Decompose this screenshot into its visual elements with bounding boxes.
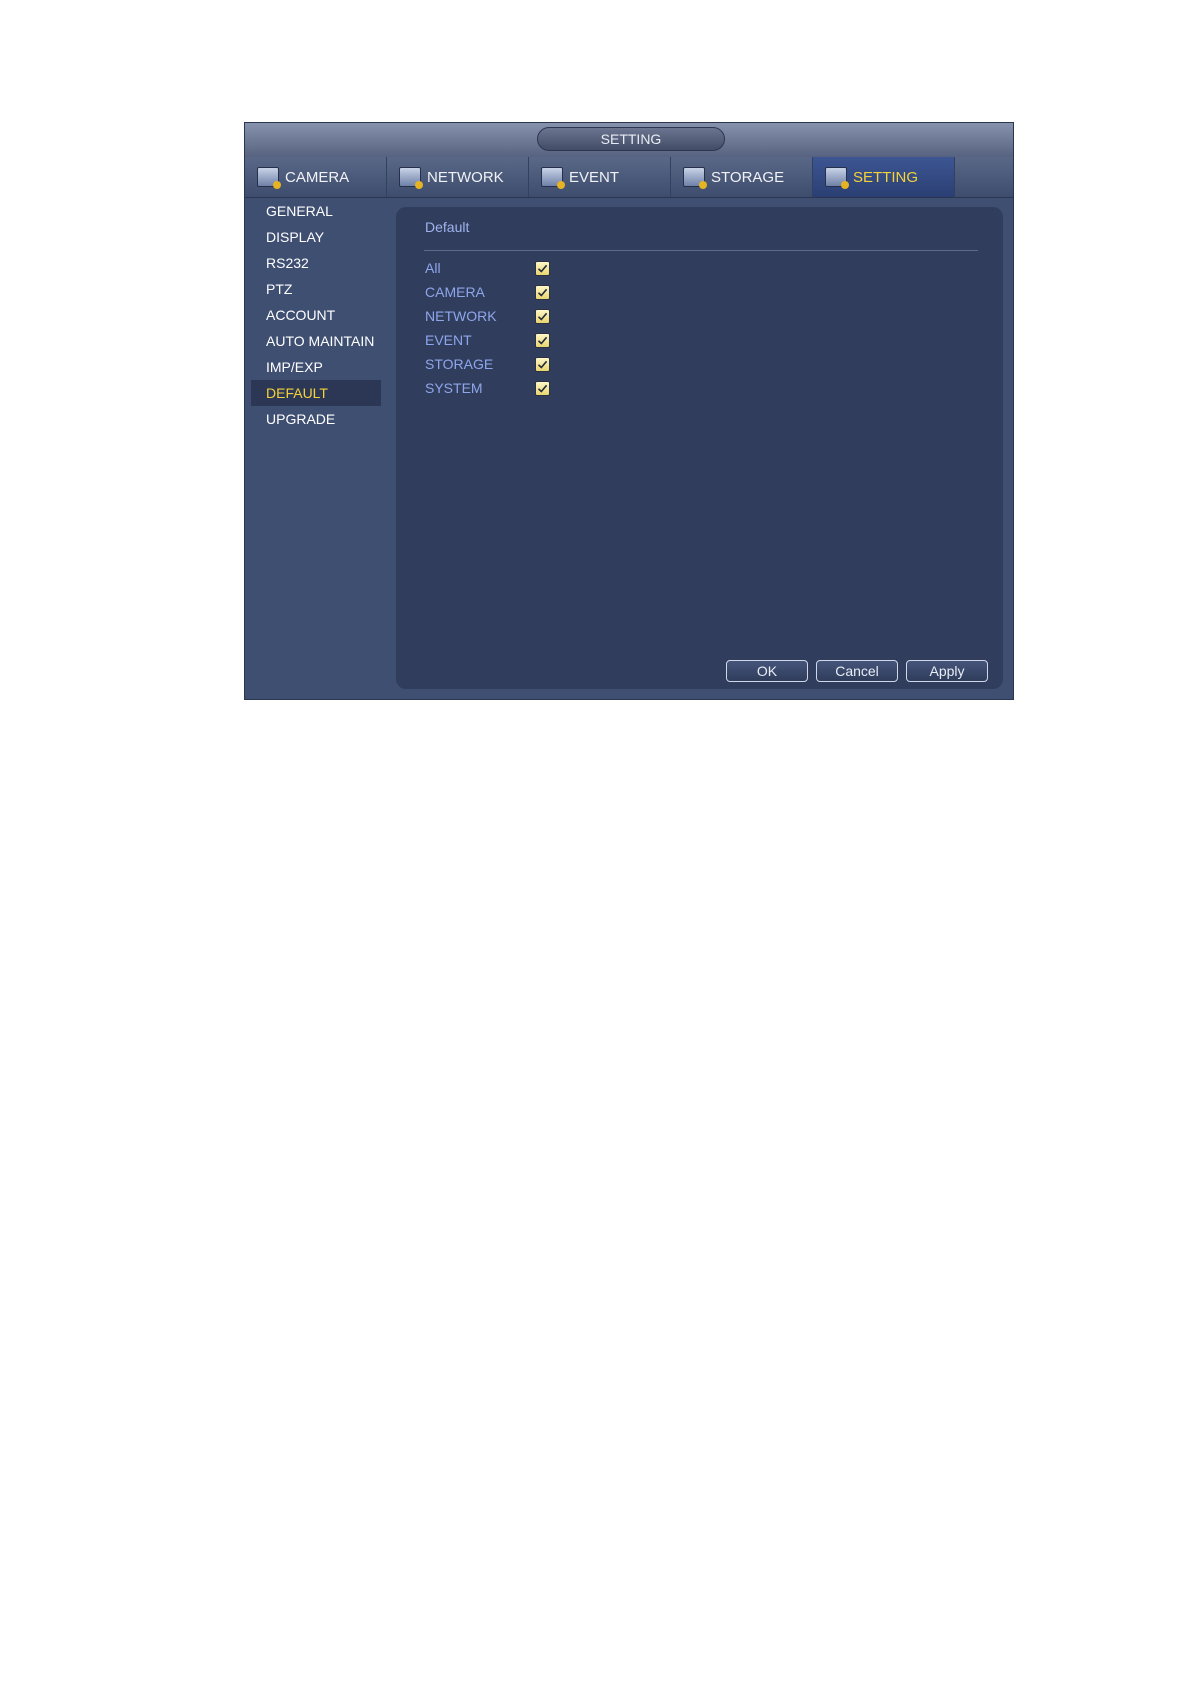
checkbox-all[interactable]	[535, 260, 550, 276]
checkbox-storage[interactable]	[535, 356, 550, 372]
title-bar: SETTING	[245, 123, 1013, 157]
option-label: NETWORK	[425, 308, 497, 324]
option-row-event: EVENT	[425, 330, 625, 350]
sidebar: GENERAL DISPLAY RS232 PTZ ACCOUNT AUTO M…	[245, 198, 391, 700]
event-icon	[541, 167, 565, 189]
option-row-storage: STORAGE	[425, 354, 625, 374]
check-icon	[537, 336, 548, 345]
tab-label: NETWORK	[427, 168, 504, 186]
storage-icon	[683, 167, 707, 189]
camera-icon	[257, 167, 281, 189]
option-label: SYSTEM	[425, 380, 483, 396]
sidebar-item-display[interactable]: DISPLAY	[251, 224, 381, 250]
check-icon	[537, 264, 548, 273]
tab-setting[interactable]: SETTING	[813, 157, 955, 197]
option-row-camera: CAMERA	[425, 282, 625, 302]
divider	[424, 250, 978, 251]
tab-network[interactable]: NETWORK	[387, 157, 529, 197]
tab-storage[interactable]: STORAGE	[671, 157, 813, 197]
sidebar-item-rs232[interactable]: RS232	[251, 250, 381, 276]
check-icon	[537, 360, 548, 369]
checkbox-event[interactable]	[535, 332, 550, 348]
checkbox-system[interactable]	[535, 380, 550, 396]
ok-button[interactable]: OK	[726, 660, 808, 682]
sidebar-item-imp-exp[interactable]: IMP/EXP	[251, 354, 381, 380]
panel-title: Default	[425, 219, 470, 235]
apply-button[interactable]: Apply	[906, 660, 988, 682]
sidebar-item-auto-maintain[interactable]: AUTO MAINTAIN	[251, 328, 381, 354]
window-title: SETTING	[537, 127, 725, 151]
option-label: EVENT	[425, 332, 472, 348]
option-label: CAMERA	[425, 284, 485, 300]
settings-window: SETTING CAMERA NETWORK EVENT STORAGE SET…	[244, 122, 1014, 700]
sidebar-item-ptz[interactable]: PTZ	[251, 276, 381, 302]
option-label: All	[425, 260, 441, 276]
tab-label: CAMERA	[285, 168, 350, 186]
checkbox-network[interactable]	[535, 308, 550, 324]
check-icon	[537, 384, 548, 393]
sidebar-item-general[interactable]: GENERAL	[251, 198, 381, 224]
tab-label: STORAGE	[711, 168, 785, 186]
sidebar-item-upgrade[interactable]: UPGRADE	[251, 406, 381, 432]
cancel-button[interactable]: Cancel	[816, 660, 898, 682]
main-tab-bar: CAMERA NETWORK EVENT STORAGE SETTING	[245, 157, 1013, 198]
sidebar-item-default[interactable]: DEFAULT	[251, 380, 381, 406]
tab-event[interactable]: EVENT	[529, 157, 671, 197]
option-row-system: SYSTEM	[425, 378, 625, 398]
default-panel: Default All CAMERA NETWORK EVENT STORAGE…	[396, 207, 1003, 689]
tab-label: EVENT	[569, 168, 620, 186]
check-icon	[537, 288, 548, 297]
tab-camera[interactable]: CAMERA	[245, 157, 387, 197]
setting-icon	[825, 167, 849, 189]
tab-label: SETTING	[853, 168, 919, 186]
check-icon	[537, 312, 548, 321]
sidebar-item-account[interactable]: ACCOUNT	[251, 302, 381, 328]
option-row-network: NETWORK	[425, 306, 625, 326]
option-label: STORAGE	[425, 356, 494, 372]
network-icon	[399, 167, 423, 189]
checkbox-camera[interactable]	[535, 284, 550, 300]
option-row-all: All	[425, 258, 625, 278]
